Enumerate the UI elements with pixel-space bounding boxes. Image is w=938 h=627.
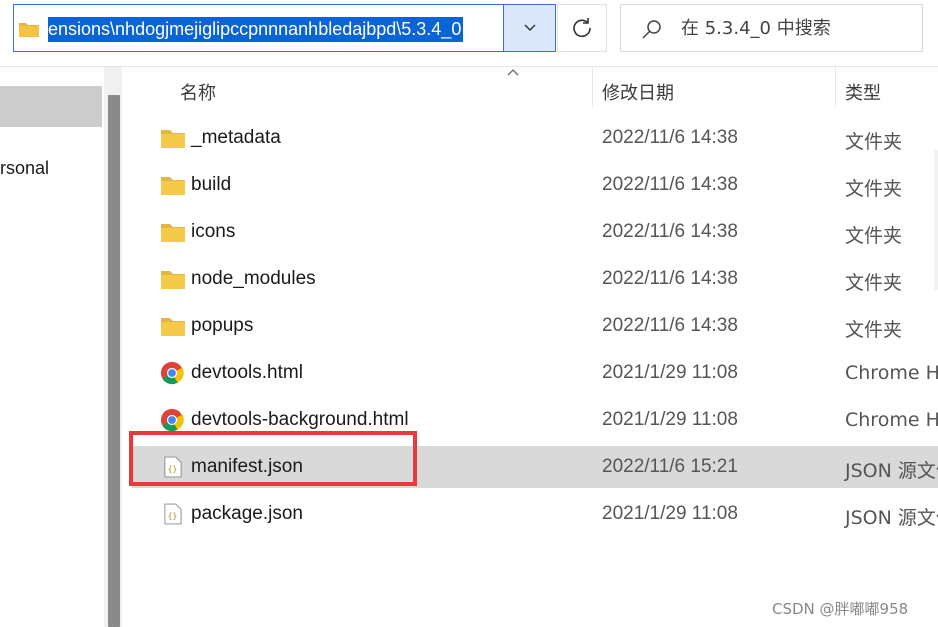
column-header-type[interactable]: 类型: [845, 79, 881, 105]
chrome-icon: [160, 408, 184, 432]
file-type: Chrome HT: [845, 362, 938, 384]
highlight-annotation-box: [129, 431, 417, 486]
file-name: devtools-background.html: [191, 409, 409, 430]
folder-icon: [19, 23, 39, 37]
file-row[interactable]: node_modules 2022/11/6 14:38 文件夹: [132, 258, 938, 300]
file-row[interactable]: build 2022/11/6 14:38 文件夹: [132, 164, 938, 206]
file-date: 2022/11/6 14:38: [602, 174, 738, 195]
nav-scrollbar-thumb[interactable]: [108, 95, 120, 627]
file-date: 2022/11/6 14:38: [602, 221, 738, 242]
file-date: 2022/11/6 14:38: [602, 127, 738, 148]
address-bar[interactable]: ensions\nhdogjmejiglipccpnnnanhbledajbpd…: [13, 4, 556, 52]
search-input[interactable]: 在 5.3.4_0 中搜索: [681, 17, 831, 41]
json-file-icon: {}: [164, 503, 182, 525]
chrome-icon: [160, 361, 184, 385]
watermark: CSDN @胖嘟嘟958: [772, 600, 909, 618]
file-type: 文件夹: [845, 225, 903, 247]
folder-icon: [161, 224, 185, 242]
column-header-date[interactable]: 修改日期: [602, 79, 674, 105]
file-name: package.json: [191, 503, 303, 524]
file-type: 文件夹: [845, 272, 903, 294]
file-type: Chrome HT: [845, 409, 938, 431]
file-date: 2021/1/29 11:08: [602, 503, 738, 524]
file-date: 2022/11/6 14:38: [602, 315, 738, 336]
file-row[interactable]: {} package.json 2021/1/29 11:08 JSON 源文件: [132, 493, 938, 535]
chevron-down-icon: [523, 24, 536, 32]
column-header-name[interactable]: 名称: [180, 79, 216, 105]
sort-ascending-icon: [507, 69, 519, 76]
refresh-button[interactable]: [557, 4, 607, 52]
column-divider[interactable]: [835, 67, 836, 107]
file-type: JSON 源文件: [845, 460, 938, 482]
file-date: 2021/1/29 11:08: [602, 409, 738, 430]
folder-icon: [161, 177, 185, 195]
address-path[interactable]: ensions\nhdogjmejiglipccpnnnanhbledajbpd…: [48, 17, 464, 42]
nav-item-personal[interactable]: rsonal: [0, 158, 49, 179]
file-name: popups: [191, 315, 254, 336]
file-name: icons: [191, 221, 236, 242]
folder-icon: [161, 318, 185, 336]
file-type: 文件夹: [845, 319, 903, 341]
file-type: 文件夹: [845, 178, 903, 200]
file-name: build: [191, 174, 232, 195]
refresh-icon: [573, 18, 591, 38]
address-dropdown-button[interactable]: [503, 5, 555, 51]
file-name: node_modules: [191, 268, 316, 289]
file-row[interactable]: icons 2022/11/6 14:38 文件夹: [132, 211, 938, 253]
top-bar: ensions\nhdogjmejiglipccpnnnanhbledajbpd…: [0, 0, 938, 66]
navigation-pane: rsonal: [0, 67, 132, 627]
column-header-row: 名称 修改日期 类型: [132, 67, 938, 111]
file-name: devtools.html: [191, 362, 303, 383]
right-edge-strip: [934, 150, 938, 290]
folder-icon: [161, 130, 185, 148]
column-divider[interactable]: [592, 67, 593, 107]
file-name: _metadata: [191, 127, 281, 148]
file-type: 文件夹: [845, 131, 903, 153]
nav-item-selected[interactable]: [0, 86, 102, 127]
folder-icon: [161, 271, 185, 289]
svg-text:{}: {}: [168, 511, 178, 521]
file-date: 2021/1/29 11:08: [602, 362, 738, 383]
file-type: JSON 源文件: [845, 507, 938, 529]
file-date: 2022/11/6 14:38: [602, 268, 738, 289]
file-row[interactable]: devtools.html 2021/1/29 11:08 Chrome HT: [132, 352, 938, 394]
file-row[interactable]: popups 2022/11/6 14:38 文件夹: [132, 305, 938, 347]
search-icon: [642, 20, 661, 39]
file-row[interactable]: _metadata 2022/11/6 14:38 文件夹: [132, 117, 938, 159]
search-box[interactable]: 在 5.3.4_0 中搜索: [620, 4, 923, 52]
file-date: 2022/11/6 15:21: [602, 456, 738, 477]
